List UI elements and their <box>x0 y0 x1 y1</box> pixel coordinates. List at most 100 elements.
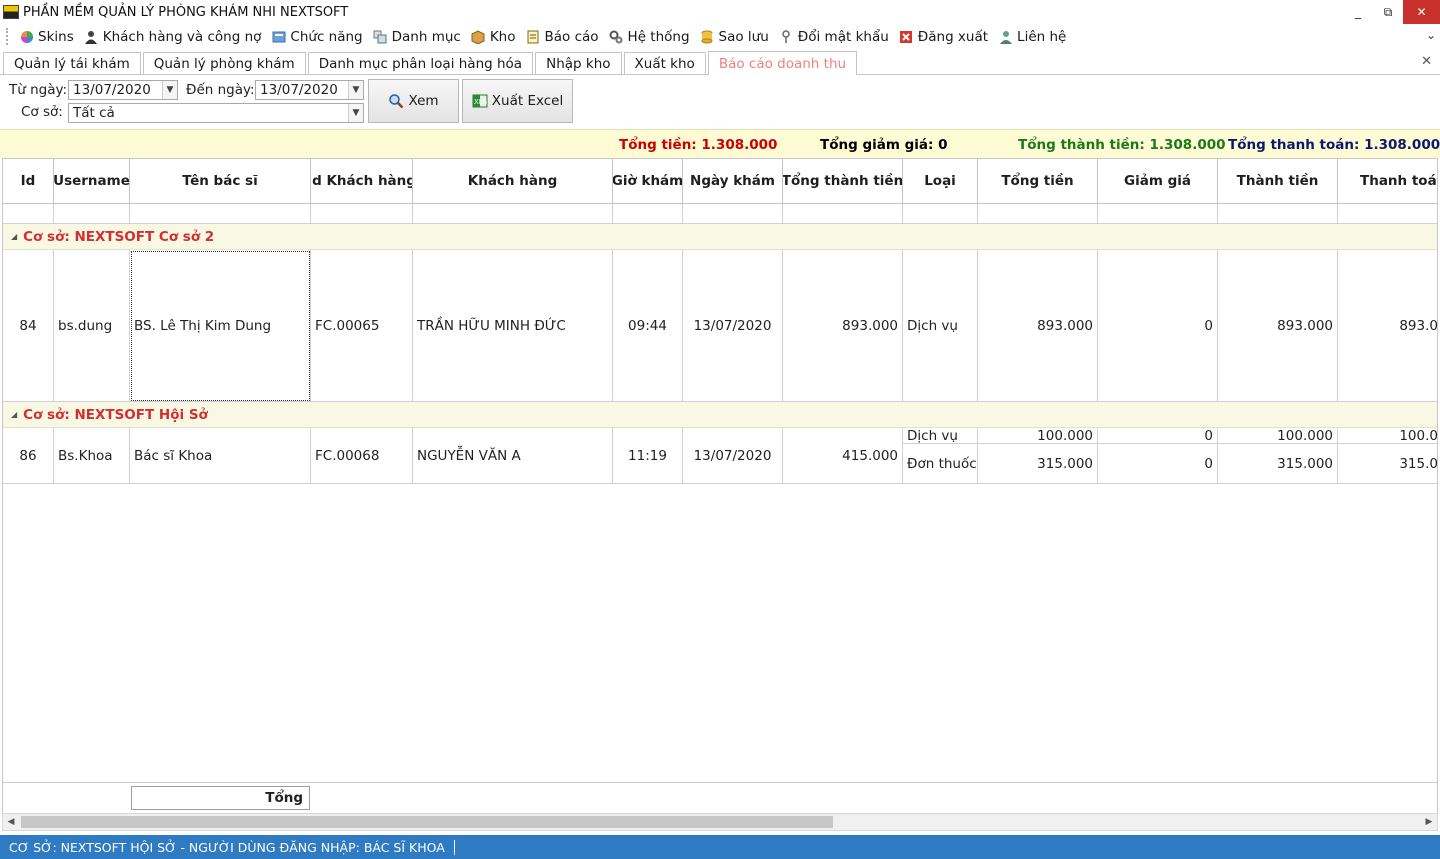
column-header-type[interactable]: Loại <box>903 159 978 204</box>
column-header-time[interactable]: Giờ khám <box>613 159 683 204</box>
tab-clinic-management[interactable]: Quản lý phòng khám <box>142 52 306 74</box>
cell-doctor[interactable]: BS. Lê Thị Kim Dung <box>130 250 311 402</box>
horizontal-scrollbar[interactable]: ◀ ▶ <box>2 813 1438 831</box>
cell-date[interactable]: 13/07/2020 <box>683 250 783 402</box>
menu-change-password[interactable]: Đổi mật khẩu <box>774 26 894 48</box>
cell-discount[interactable]: 0 <box>1098 428 1218 444</box>
chevron-down-icon[interactable]: ▼ <box>348 104 363 122</box>
filter-cell-total[interactable] <box>978 204 1098 224</box>
cell-total[interactable]: 893.000 <box>978 250 1098 402</box>
cell-discount[interactable]: 0 <box>1098 250 1218 402</box>
column-header-customer-id[interactable]: Id Khách hàng <box>311 159 413 204</box>
close-button[interactable]: ✕ <box>1403 0 1440 24</box>
scroll-left-icon[interactable]: ◀ <box>3 814 19 830</box>
tab-revenue-report[interactable]: Báo cáo doanh thu <box>707 51 858 75</box>
contact-icon <box>998 29 1013 44</box>
tab-followup[interactable]: Quản lý tái khám <box>3 52 141 74</box>
column-header-paid[interactable]: Thanh toán <box>1338 159 1437 204</box>
minimize-button[interactable]: _ <box>1343 0 1373 24</box>
cell-username[interactable]: Bs.Khoa <box>54 428 130 484</box>
column-header-grand-total[interactable]: Tổng thành tiền <box>783 159 903 204</box>
filter-cell-customer[interactable] <box>413 204 613 224</box>
menu-functions[interactable]: Chức năng <box>266 26 367 48</box>
cell-time[interactable]: 11:19 <box>613 428 683 484</box>
cell-paid[interactable]: 893.0 <box>1338 250 1437 402</box>
menu-overflow-icon[interactable]: ⌄ <box>1426 28 1436 42</box>
cell-doctor[interactable]: Bác sĩ Khoa <box>130 428 311 484</box>
to-date-picker[interactable]: 13/07/2020 ▼ <box>255 80 364 100</box>
cell-net[interactable]: 100.000 <box>1218 428 1338 444</box>
cell-total[interactable]: 100.000 <box>978 428 1098 444</box>
cell-net[interactable]: 315.000 <box>1218 444 1338 484</box>
cell-username[interactable]: bs.dung <box>54 250 130 402</box>
view-button[interactable]: Xem <box>368 79 459 123</box>
menu-logout[interactable]: Đăng xuất <box>894 26 993 48</box>
cell-grand-total[interactable]: 893.000 <box>783 250 903 402</box>
close-tab-icon[interactable]: ✕ <box>1421 54 1432 69</box>
menu-backup[interactable]: Sao lưu <box>695 26 774 48</box>
cell-paid[interactable]: 100.0 <box>1338 428 1437 444</box>
cell-customer-id[interactable]: FC.00065 <box>311 250 413 402</box>
group-row[interactable]: ◢ Cơ sở: NEXTSOFT Cơ sở 2 <box>3 224 1437 250</box>
cell-grand-total[interactable]: 415.000 <box>783 428 903 484</box>
menu-contact[interactable]: Liên hệ <box>993 26 1071 48</box>
chevron-down-icon[interactable]: ▼ <box>348 81 363 99</box>
cell-id[interactable]: 84 <box>3 250 54 402</box>
filter-cell-doctor[interactable] <box>130 204 311 224</box>
cell-time[interactable]: 09:44 <box>613 250 683 402</box>
cell-type[interactable]: Dịch vụ <box>903 250 978 402</box>
branch-select[interactable]: Tất cả ▼ <box>68 103 364 123</box>
menu-system[interactable]: Hệ thống <box>604 26 695 48</box>
filter-cell-id[interactable] <box>3 204 54 224</box>
group-row[interactable]: ◢ Cơ sở: NEXTSOFT Hội Sở <box>3 402 1437 428</box>
filter-cell-net[interactable] <box>1218 204 1338 224</box>
cell-id[interactable]: 86 <box>3 428 54 484</box>
column-header-discount[interactable]: Giảm giá <box>1098 159 1218 204</box>
column-header-net[interactable]: Thành tiền <box>1218 159 1338 204</box>
column-header-date[interactable]: Ngày khám <box>683 159 783 204</box>
export-excel-button-label: Xuất Excel <box>491 93 564 109</box>
cell-customer[interactable]: NGUYỄN VĂN A <box>413 428 613 484</box>
export-excel-button[interactable]: XLS Xuất Excel <box>462 79 573 123</box>
filter-cell-customer-id[interactable] <box>311 204 413 224</box>
filter-cell-grand-total[interactable] <box>783 204 903 224</box>
chevron-down-icon[interactable]: ▼ <box>162 81 177 99</box>
cell-discount[interactable]: 0 <box>1098 444 1218 484</box>
column-header-total[interactable]: Tổng tiền <box>978 159 1098 204</box>
filter-cell-time[interactable] <box>613 204 683 224</box>
column-header-customer[interactable]: Khách hàng <box>413 159 613 204</box>
cell-type[interactable]: Dịch vụ <box>903 428 978 444</box>
scroll-right-icon[interactable]: ▶ <box>1421 814 1437 830</box>
menu-customers[interactable]: Khách hàng và công nợ <box>79 26 267 48</box>
branch-value: Tất cả <box>73 105 115 121</box>
from-date-picker[interactable]: 13/07/2020 ▼ <box>68 80 178 100</box>
filter-cell-paid[interactable] <box>1338 204 1437 224</box>
key-icon <box>779 29 794 44</box>
menu-warehouse[interactable]: Kho <box>466 26 521 48</box>
column-header-username[interactable]: Username <box>54 159 130 204</box>
cell-date[interactable]: 13/07/2020 <box>683 428 783 484</box>
tab-stock-out[interactable]: Xuất kho <box>623 52 706 74</box>
menu-reports[interactable]: Báo cáo <box>521 26 604 48</box>
filter-cell-date[interactable] <box>683 204 783 224</box>
restore-button[interactable]: ⧉ <box>1373 0 1403 24</box>
filter-cell-username[interactable] <box>54 204 130 224</box>
tab-stock-in[interactable]: Nhập kho <box>535 52 622 74</box>
column-header-doctor[interactable]: Tên bác sĩ <box>130 159 311 204</box>
summary-net: Tổng thành tiền: 1.308.000 <box>1018 137 1226 153</box>
cell-paid[interactable]: 315.0 <box>1338 444 1437 484</box>
collapse-arrow-icon[interactable]: ◢ <box>11 410 17 419</box>
filter-cell-type[interactable] <box>903 204 978 224</box>
filter-cell-discount[interactable] <box>1098 204 1218 224</box>
cell-total[interactable]: 315.000 <box>978 444 1098 484</box>
collapse-arrow-icon[interactable]: ◢ <box>11 232 17 241</box>
column-header-id[interactable]: Id <box>3 159 54 204</box>
cell-customer-id[interactable]: FC.00068 <box>311 428 413 484</box>
cell-type[interactable]: Đơn thuốc <box>903 444 978 484</box>
menu-catalog[interactable]: Danh mục <box>368 26 466 48</box>
menu-skins[interactable]: Skins <box>14 26 79 48</box>
cell-net[interactable]: 893.000 <box>1218 250 1338 402</box>
scrollbar-thumb[interactable] <box>21 816 833 828</box>
cell-customer[interactable]: TRẦN HỮU MINH ĐỨC <box>413 250 613 402</box>
tab-goods-category[interactable]: Danh mục phân loại hàng hóa <box>307 52 534 74</box>
